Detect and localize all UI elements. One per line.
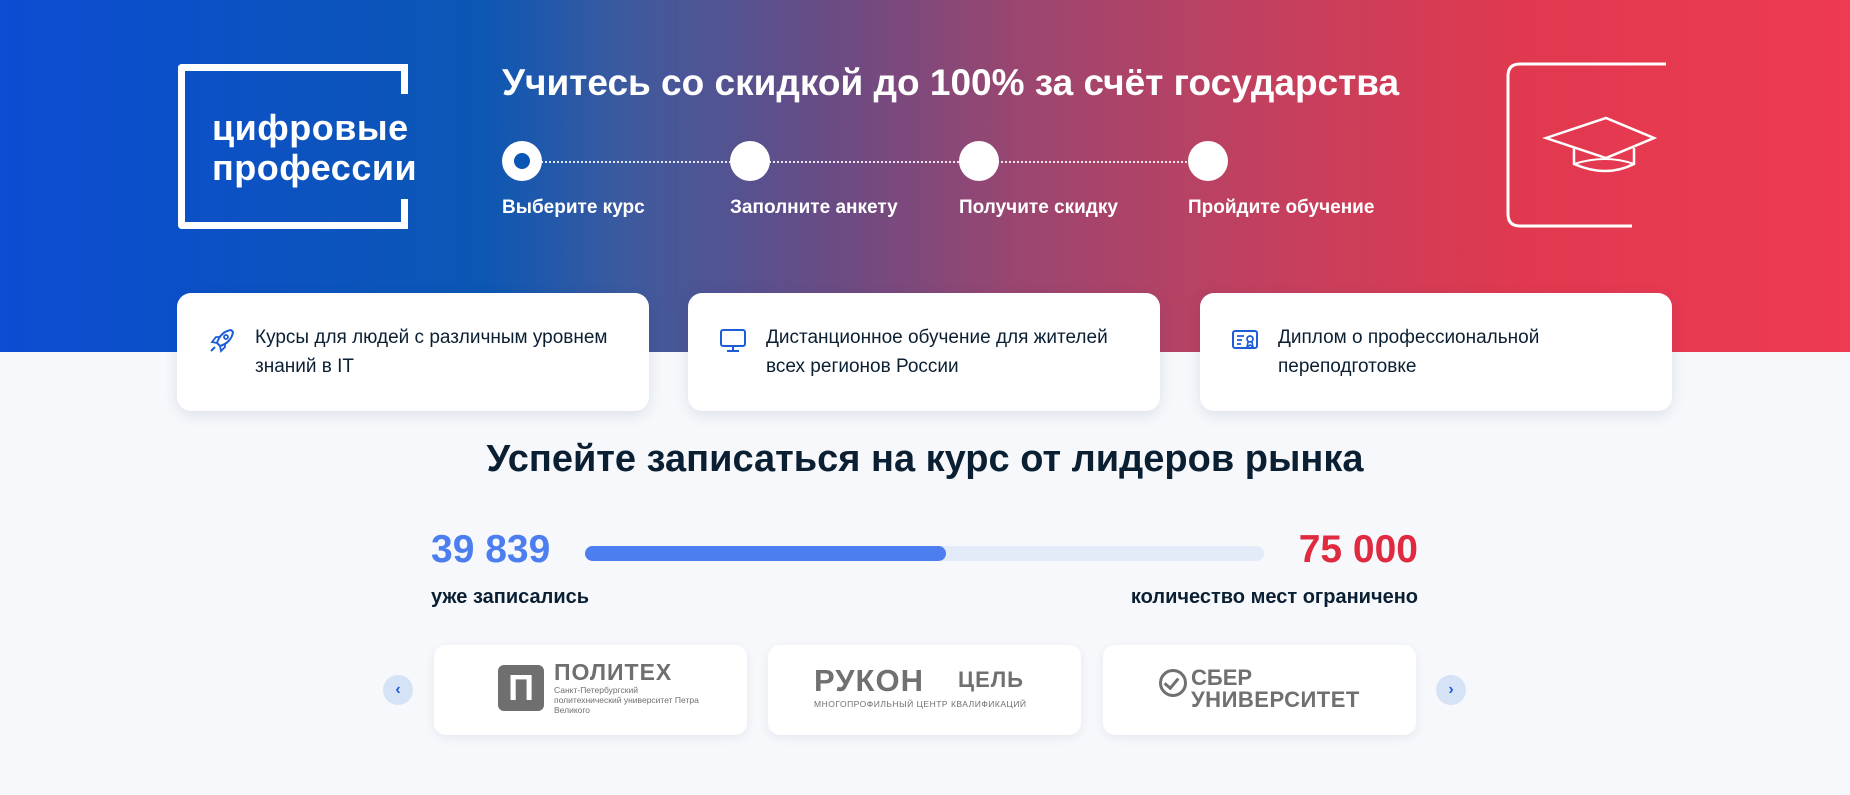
hero-title: Учитесь со скидкой до 100% за счёт госуд… [502, 62, 1400, 103]
logo-frame-top-edge [401, 64, 408, 94]
step-fill-form: Заполните анкету [730, 141, 898, 218]
enrollment-progress-fill [585, 546, 946, 561]
step-dot [730, 141, 770, 181]
sber-check-icon [1159, 669, 1187, 697]
chevron-left-icon: ‹ [395, 681, 401, 698]
enrolled-count: 39 839 [431, 528, 551, 571]
chevron-right-icon: › [1448, 681, 1454, 698]
feature-text: Диплом о профессиональной переподготовке [1278, 327, 1540, 377]
steps-connector [522, 161, 1222, 163]
partner-subtitle: Санкт-Петербургский политехнический унив… [554, 685, 699, 715]
partner-card-rukon[interactable]: РУКОН ЦЕЛЬ МНОГОПРОФИЛЬНЫЙ ЦЕНТР КВАЛИФИ… [768, 645, 1081, 735]
capacity-count: 75 000 [1298, 528, 1418, 571]
feature-card-levels: Курсы для людей с различным уровнем знан… [177, 293, 649, 411]
partner-name: РУКОН [814, 663, 924, 698]
logo-line-2: профессии [212, 147, 418, 188]
diploma-icon [1232, 330, 1258, 349]
partner-name-secondary: ЦЕЛЬ [958, 667, 1024, 692]
carousel-prev-button[interactable]: ‹ [383, 675, 413, 705]
partner-name: ПОЛИТЕХ [554, 659, 673, 685]
section-title: Успейте записаться на курс от лидеров ры… [486, 438, 1364, 480]
step-label: Получите скидку [959, 197, 1118, 218]
enrolled-label: уже записались [431, 586, 590, 608]
partner-card-sber[interactable]: СБЕР УНИВЕРСИТЕТ [1103, 645, 1416, 735]
logo-line-1: цифровые [212, 107, 409, 148]
step-dot [959, 141, 999, 181]
feature-text: Курсы для людей с различным уровнем знан… [255, 327, 608, 377]
polytech-logo-mark: П [498, 665, 544, 711]
partner-card-polytech[interactable]: П ПОЛИТЕХ Санкт-Петербургский политехнич… [434, 645, 747, 735]
capacity-label: количество мест ограничено [1130, 586, 1418, 608]
step-complete-training: Пройдите обучение [1188, 141, 1374, 218]
rocket-icon [210, 329, 234, 353]
step-get-discount: Получите скидку [959, 141, 1118, 218]
feature-card-remote: Дистанционное обучение для жителей всех … [688, 293, 1160, 411]
step-label: Пройдите обучение [1188, 197, 1375, 218]
enrollment-progress-bar [585, 546, 1264, 561]
logo-text: цифровые профессии [212, 108, 417, 188]
partner-subtitle: МНОГОПРОФИЛЬНЫЙ ЦЕНТР КВАЛИФИКАЦИЙ [814, 699, 1027, 709]
step-choose-course: Выберите курс [502, 141, 645, 218]
monitor-icon [720, 329, 746, 352]
step-label: Выберите курс [502, 197, 645, 218]
logo[interactable]: цифровые профессии [178, 64, 417, 229]
logo-frame-bottom-edge [401, 199, 408, 229]
graduation-cap-icon [1506, 62, 1666, 228]
step-label: Заполните анкету [730, 197, 898, 218]
feature-text: Дистанционное обучение для жителей всех … [766, 327, 1108, 377]
steps-progress: Выберите курс Заполните анкету Получите … [502, 141, 1374, 231]
step-dot [1188, 141, 1228, 181]
partner-name-secondary: УНИВЕРСИТЕТ [1191, 687, 1360, 712]
partner-name: СБЕР [1191, 665, 1253, 690]
carousel-next-button[interactable]: › [1436, 675, 1466, 705]
feature-card-diploma: Диплом о профессиональной переподготовке [1200, 293, 1672, 411]
step-dot-active [502, 141, 542, 181]
